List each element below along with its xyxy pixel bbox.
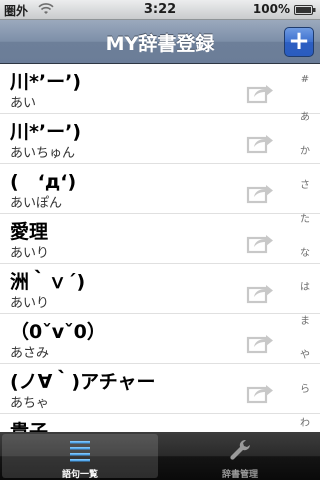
- reading-text: あちゃ: [10, 396, 50, 411]
- add-button[interactable]: +: [284, 27, 314, 57]
- list-item[interactable]: (ノ∀｀)アチャー あちゃ: [0, 364, 320, 414]
- share-icon[interactable]: [246, 282, 274, 304]
- plus-icon: +: [288, 26, 310, 56]
- tab-dictionary-manage[interactable]: 辞書管理: [162, 434, 318, 480]
- word-text: 川*’ー’): [10, 121, 82, 143]
- share-icon[interactable]: [246, 82, 274, 104]
- word-text: ( ‘д‘): [10, 171, 77, 193]
- section-index[interactable]: # あ か さ た な は ま や ら わ: [290, 64, 320, 432]
- index-item[interactable]: あ: [290, 108, 320, 123]
- reading-text: あい: [10, 96, 37, 111]
- index-item[interactable]: わ: [290, 414, 320, 429]
- share-icon[interactable]: [246, 232, 274, 254]
- index-item[interactable]: な: [290, 244, 320, 259]
- tab-bar: 語句一覧 辞書管理: [0, 432, 320, 480]
- list-item[interactable]: 洲｀ｖ´) あいり: [0, 264, 320, 314]
- word-list[interactable]: 川*’ー’) あい 川*’ー’) あいちゅん ( ‘д‘) あいぽん 愛理 あい…: [0, 64, 320, 432]
- word-text: 貴子: [10, 421, 49, 432]
- battery-icon: [294, 5, 316, 15]
- page-title: MY辞書登録: [105, 33, 215, 55]
- index-item[interactable]: や: [290, 346, 320, 361]
- list-item[interactable]: 貴子: [0, 414, 320, 432]
- index-item[interactable]: #: [290, 74, 320, 85]
- word-text: 愛理: [10, 221, 49, 243]
- navigation-bar: MY辞書登録 +: [0, 20, 320, 64]
- list-item[interactable]: ( ‘д‘) あいぽん: [0, 164, 320, 214]
- battery-percent: 100%: [252, 2, 290, 16]
- reading-text: あいり: [10, 296, 50, 311]
- reading-text: あいちゅん: [10, 146, 76, 161]
- word-text: 洲｀ｖ´): [10, 271, 86, 293]
- share-icon[interactable]: [246, 332, 274, 354]
- list-item[interactable]: 愛理 あいり: [0, 214, 320, 264]
- wrench-icon: [230, 440, 250, 460]
- share-icon[interactable]: [246, 382, 274, 404]
- status-bar: 圏外 3:22 100%: [0, 0, 320, 20]
- reading-text: あさみ: [10, 346, 50, 361]
- list-item[interactable]: （0ˇvˇ0） あさみ: [0, 314, 320, 364]
- index-item[interactable]: ま: [290, 312, 320, 327]
- list-icon: [70, 441, 90, 462]
- index-item[interactable]: は: [290, 278, 320, 293]
- word-text: (ノ∀｀)アチャー: [10, 371, 156, 393]
- share-icon[interactable]: [246, 182, 274, 204]
- index-item[interactable]: さ: [290, 176, 320, 191]
- reading-text: あいり: [10, 246, 50, 261]
- word-text: （0ˇvˇ0）: [10, 321, 106, 343]
- index-item[interactable]: か: [290, 142, 320, 157]
- share-icon[interactable]: [246, 132, 274, 154]
- index-item[interactable]: た: [290, 210, 320, 225]
- tab-label: 辞書管理: [221, 470, 258, 480]
- tab-word-list[interactable]: 語句一覧: [2, 434, 158, 480]
- list-item[interactable]: 川*’ー’) あいちゅん: [0, 114, 320, 164]
- index-item[interactable]: ら: [290, 380, 320, 395]
- word-text: 川*’ー’): [10, 71, 82, 93]
- reading-text: あいぽん: [10, 196, 63, 211]
- list-item[interactable]: 川*’ー’) あい: [0, 64, 320, 114]
- tab-label: 語句一覧: [61, 470, 98, 480]
